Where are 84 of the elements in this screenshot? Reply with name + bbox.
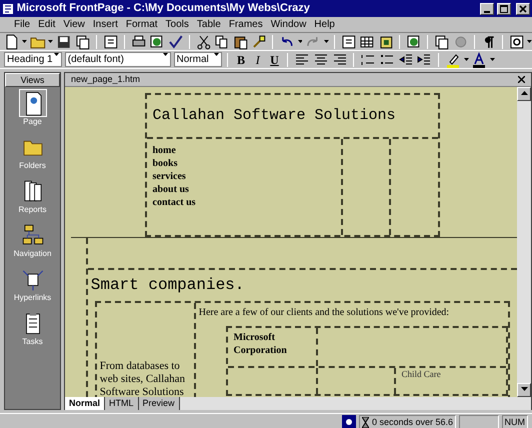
menu-item[interactable]: View [59,17,89,32]
view-shortcut[interactable]: Tasks [5,306,60,351]
menu-item[interactable]: Table [192,17,225,32]
nav-link[interactable]: books [152,157,336,170]
views-header: Views [5,72,60,87]
document-icon[interactable] [102,34,118,50]
menu-item[interactable]: Frames [224,17,267,32]
menu-item[interactable]: Tools [162,17,193,32]
table-icon[interactable] [359,34,376,50]
horizontal-scrollbar[interactable] [180,396,531,410]
caret-icon[interactable] [490,58,495,61]
close-button[interactable] [516,2,530,14]
scissors-icon[interactable] [196,34,212,50]
maximize-button[interactable] [496,2,510,14]
clipboard-icon[interactable] [232,34,248,50]
increase-indent-icon[interactable] [416,52,432,68]
align-right-icon[interactable] [332,52,348,68]
table-cell: Child Care [402,369,441,380]
down-arrow-icon [520,386,528,391]
menu-item[interactable]: Insert [88,17,122,32]
close-icon [519,5,527,14]
maximize-icon [500,5,508,14]
align-left-icon[interactable] [294,52,310,68]
page-icon [20,90,46,116]
num-lock-indicator: NUM [502,414,528,428]
scroll-down-button[interactable] [517,382,531,397]
menu-item[interactable]: Help [310,17,339,32]
printer-icon[interactable] [130,34,146,50]
italic-button[interactable]: I [250,52,265,66]
caret-icon[interactable] [298,40,302,43]
clients-paragraph: Here are a few of our clients and the solutions we've provided: [198,306,450,320]
caret-icon[interactable] [527,40,532,43]
caret-icon[interactable] [48,40,54,43]
close-icon[interactable] [518,76,525,83]
style-dropdown[interactable]: Heading 1 [4,52,62,67]
nav-link[interactable]: home [152,144,336,158]
minimize-button[interactable] [480,2,494,14]
intro-paragraph: From databases to web sites, Callahan Software Solutions [98,360,186,397]
decrease-indent-icon[interactable] [398,52,414,68]
font-color-icon[interactable] [471,52,488,68]
up-arrow-icon [520,90,528,95]
bold-button[interactable]: B [234,52,248,66]
site-title: Callahan Software Solutions [152,106,396,126]
align-center-icon[interactable] [312,52,329,68]
window-title: Microsoft FrontPage - C:\My Documents\My Webs\Crazy [16,1,311,16]
document-tab[interactable]: new_page_1.htm [71,72,140,86]
menu-item[interactable]: Format [122,17,162,32]
caret-icon [162,53,168,56]
view-shortcut[interactable]: Page [5,86,60,131]
copy-icon[interactable] [214,34,230,50]
view-shortcut[interactable]: Hyperlinks [5,262,60,307]
scroll-up-button[interactable] [517,86,531,101]
view-tab[interactable]: Normal [65,396,106,410]
menu-item[interactable]: File [10,17,34,32]
download-time: 0 seconds over 56.6 [372,416,453,428]
vertical-scrollbar[interactable] [517,86,531,397]
document-icon[interactable] [341,34,357,50]
picture-icon[interactable] [378,34,394,50]
size-dropdown[interactable]: Normal [174,52,222,67]
view-shortcut[interactable]: Folders [5,130,60,175]
nav-link[interactable]: about us [152,183,336,196]
caret-icon[interactable] [324,40,328,43]
menu-item[interactable]: Edit [34,17,60,32]
client-name: Microsoft Corporation [234,332,287,356]
status-panel [458,414,499,428]
view-shortcut[interactable]: Navigation [5,218,60,263]
save-icon[interactable] [56,34,72,50]
caret-icon[interactable] [22,40,28,43]
new-page-icon[interactable] [4,34,20,50]
caret-icon[interactable] [464,58,468,61]
nav-link[interactable]: contact us [152,196,336,210]
headline: Smart companies. [90,275,244,296]
caret-icon [54,53,59,56]
brush-icon[interactable] [251,34,267,50]
caret-icon [214,53,218,56]
menu-item[interactable]: Window [266,17,310,32]
check-icon[interactable] [168,34,184,50]
view-shortcut[interactable]: Reports [5,174,60,219]
highlighter-icon[interactable] [444,52,461,68]
underline-button[interactable]: U [268,52,282,66]
font-dropdown[interactable]: (default font) [64,52,171,67]
nav-link[interactable]: services [152,170,336,184]
pages-icon[interactable] [74,34,90,50]
pages-icon[interactable] [434,34,450,50]
